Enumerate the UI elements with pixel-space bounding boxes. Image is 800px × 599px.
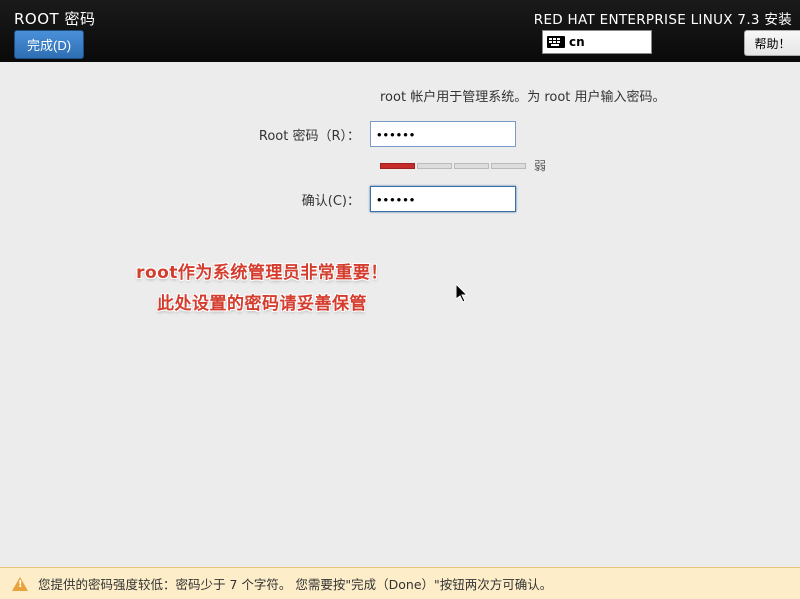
strength-segment bbox=[491, 163, 526, 169]
content-area: root 帐户用于管理系统。为 root 用户输入密码。 Root 密码（R）：… bbox=[0, 62, 800, 212]
password-row: Root 密码（R）： bbox=[0, 121, 800, 147]
keyboard-layout-label: cn bbox=[569, 35, 585, 49]
annotation-line2: 此处设置的密码请妥善保管 bbox=[132, 289, 392, 320]
strength-segment bbox=[454, 163, 489, 169]
strength-segment bbox=[380, 163, 415, 169]
page-title: ROOT 密码 bbox=[14, 8, 95, 29]
confirm-row: 确认(C)： bbox=[0, 186, 800, 212]
warning-message: 您提供的密码强度较低：密码少于 7 个字符。 您需要按"完成（Done）"按钮两… bbox=[38, 574, 552, 593]
strength-label: 弱 bbox=[534, 157, 546, 174]
done-button[interactable]: 完成(D) bbox=[14, 30, 84, 59]
instruction-text: root 帐户用于管理系统。为 root 用户输入密码。 bbox=[380, 86, 800, 105]
strength-row: 弱 bbox=[380, 157, 800, 174]
annotation-line1: root作为系统管理员非常重要！ bbox=[132, 258, 392, 289]
keyboard-layout-selector[interactable]: cn bbox=[542, 30, 652, 54]
help-button[interactable]: 帮助！ bbox=[744, 30, 800, 56]
strength-segment bbox=[417, 163, 452, 169]
password-label: Root 密码（R）： bbox=[0, 125, 370, 144]
header-bar: ROOT 密码 完成(D) RED HAT ENTERPRISE LINUX 7… bbox=[0, 0, 800, 62]
cursor-icon bbox=[456, 284, 470, 304]
confirm-password-input[interactable] bbox=[370, 186, 516, 212]
product-label: RED HAT ENTERPRISE LINUX 7.3 安装 bbox=[534, 8, 792, 28]
strength-meter bbox=[380, 163, 526, 169]
warning-bar: 您提供的密码强度较低：密码少于 7 个字符。 您需要按"完成（Done）"按钮两… bbox=[0, 567, 800, 599]
keyboard-icon bbox=[547, 36, 565, 48]
root-password-input[interactable] bbox=[370, 121, 516, 147]
warning-icon bbox=[12, 577, 28, 591]
confirm-label: 确认(C)： bbox=[0, 190, 370, 209]
annotation-overlay: root作为系统管理员非常重要！ 此处设置的密码请妥善保管 bbox=[132, 258, 392, 319]
